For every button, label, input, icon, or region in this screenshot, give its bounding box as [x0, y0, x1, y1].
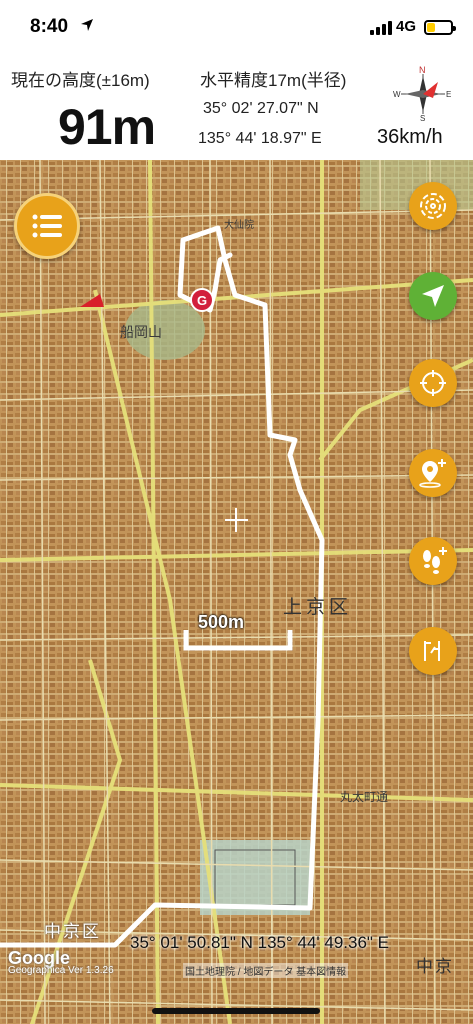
- scale-label: 500m: [198, 612, 245, 632]
- track-record-button[interactable]: [409, 182, 457, 230]
- current-location-button[interactable]: [409, 272, 457, 320]
- map-attribution[interactable]: 国土地理院 / 地図データ 基本図情報: [183, 963, 349, 978]
- battery-fill: [427, 23, 435, 32]
- footprint-icon: [423, 547, 447, 574]
- menu-button[interactable]: [14, 193, 80, 259]
- spiral-icon: [420, 193, 446, 219]
- add-pin-icon: [419, 459, 446, 488]
- network-type: 4G: [396, 18, 417, 35]
- compass-south-label: S: [420, 114, 425, 122]
- place-label-marutamachi: 丸太町通: [340, 790, 389, 804]
- compass-icon[interactable]: N S E W: [393, 64, 453, 122]
- list-menu-icon: [32, 214, 62, 238]
- accuracy-label: 水平精度17m(半径): [200, 71, 347, 90]
- place-label-funaokayama: 船岡山: [120, 324, 162, 340]
- place-label-daisenin: 大仙院: [224, 220, 254, 231]
- goal-marker[interactable]: G: [190, 288, 214, 312]
- direction-sign-button[interactable]: [409, 627, 457, 675]
- battery-nub: [453, 26, 456, 31]
- battery-icon: [424, 20, 456, 35]
- ward-label-nakagyo-east: 中京: [416, 957, 454, 976]
- speed-value: 36km/h: [377, 126, 443, 148]
- status-time: 8:40: [30, 16, 69, 37]
- compass-east-label: E: [446, 90, 451, 99]
- latitude-value: 35° 02' 27.07" N: [203, 100, 319, 117]
- status-bar: 8:40 4G: [0, 0, 473, 58]
- ward-label-nakagyo: 中京区: [44, 922, 101, 941]
- gps-info-panel: 現在の高度(±16m) 91m 水平精度17m(半径) 35° 02' 27.0…: [0, 58, 473, 160]
- app-version: Geographica Ver 1.3.26: [8, 965, 114, 976]
- add-footprint-button[interactable]: [409, 537, 457, 585]
- target-icon: [420, 370, 446, 396]
- compass-north-label: N: [419, 65, 426, 75]
- map-center-coordinates: 35° 01' 50.81" N 135° 44' 49.36" E: [130, 933, 390, 952]
- navigation-arrow-icon: [422, 285, 444, 307]
- home-indicator[interactable]: [152, 1008, 320, 1014]
- map-canvas[interactable]: [0, 160, 473, 1024]
- goal-marker-label: G: [196, 292, 208, 308]
- ward-label-kamigyo: 上京区: [283, 597, 353, 618]
- longitude-value: 135° 44' 18.97" E: [198, 130, 322, 147]
- compass-west-label: W: [393, 90, 401, 99]
- altitude-value: 91m: [58, 99, 156, 155]
- altitude-label: 現在の高度(±16m): [11, 71, 150, 90]
- center-target-button[interactable]: [409, 359, 457, 407]
- add-point-button[interactable]: [409, 449, 457, 497]
- map-view[interactable]: G 船岡山 大仙院 丸太町通 上京区 中京区 中京 500m 35° 01' 5…: [0, 160, 473, 1024]
- location-arrow-icon: [81, 19, 93, 31]
- cellular-signal-icon: [370, 21, 392, 35]
- signpost-icon: [424, 641, 440, 661]
